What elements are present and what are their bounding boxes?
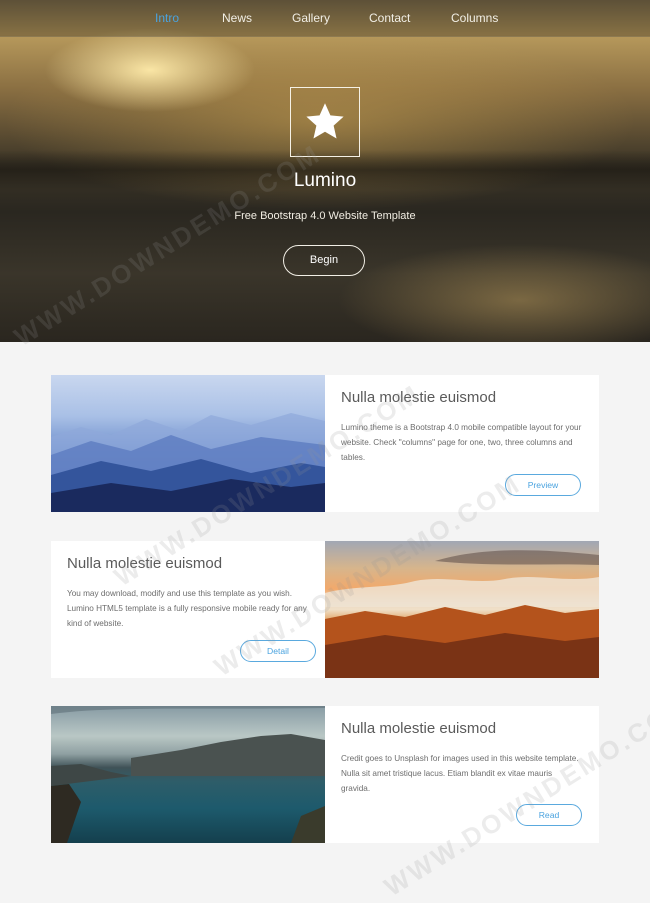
star-icon xyxy=(306,103,344,139)
feature-card-3: Nulla molestie euismod Credit goes to Un… xyxy=(51,706,599,843)
hero-section: Intro News Gallery Contact Columns Lumin… xyxy=(0,0,650,342)
card-description: You may download, modify and use this te… xyxy=(67,589,307,628)
nav-item-news[interactable]: News xyxy=(222,11,252,25)
detail-button[interactable]: Detail xyxy=(240,640,316,662)
card-title: Nulla molestie euismod xyxy=(341,720,497,737)
top-navigation: Intro News Gallery Contact Columns xyxy=(0,0,650,37)
card-title: Nulla molestie euismod xyxy=(67,555,223,572)
feature-card-2: Nulla molestie euismod You may download,… xyxy=(51,541,599,678)
preview-button[interactable]: Preview xyxy=(505,474,581,496)
hero-subtitle: Free Bootstrap 4.0 Website Template xyxy=(234,210,416,222)
card-image-mountains xyxy=(51,375,325,512)
sunset-illustration xyxy=(325,550,599,678)
lake-illustration xyxy=(51,706,325,843)
card-description: Credit goes to Unsplash for images used … xyxy=(341,754,579,793)
nav-item-gallery[interactable]: Gallery xyxy=(292,11,330,25)
card-description: Lumino theme is a Bootstrap 4.0 mobile c… xyxy=(341,423,582,462)
hero-title: Lumino xyxy=(293,170,357,191)
nav-item-columns[interactable]: Columns xyxy=(451,11,498,25)
card-image-sunset xyxy=(325,541,599,678)
feature-card-1: Nulla molestie euismod Lumino theme is a… xyxy=(51,375,599,512)
card-image-lake xyxy=(51,706,325,843)
logo xyxy=(290,87,360,157)
card-title: Nulla molestie euismod xyxy=(341,389,497,406)
begin-button[interactable]: Begin xyxy=(283,245,365,276)
nav-item-intro[interactable]: Intro xyxy=(155,11,179,25)
read-button[interactable]: Read xyxy=(516,804,582,826)
nav-item-contact[interactable]: Contact xyxy=(369,11,410,25)
mountains-illustration xyxy=(51,413,325,512)
